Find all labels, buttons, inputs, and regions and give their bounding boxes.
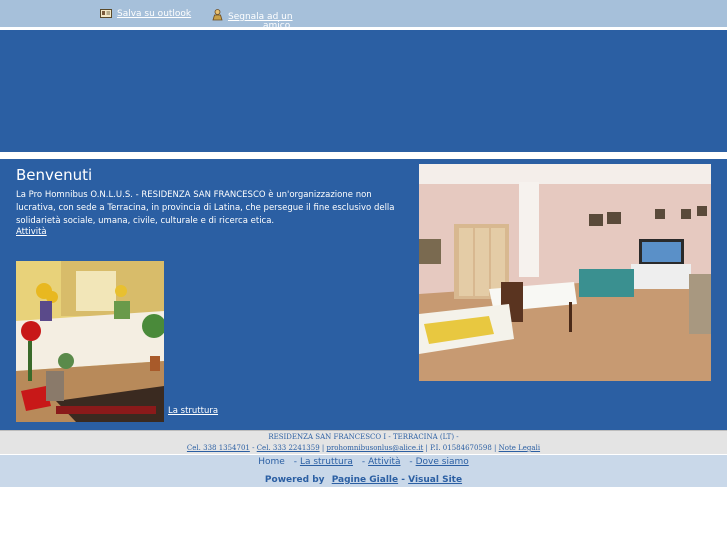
address-line: RESIDENZA SAN FRANCESCO I - TERRACINA (L…: [268, 433, 459, 441]
legal-notes-link[interactable]: Note Legali: [499, 444, 540, 452]
top-bar: Salva su outlook Segnala ad un amico: [0, 0, 727, 31]
vat-number: | P.I. 01584670598 |: [423, 444, 499, 452]
phone-link-1[interactable]: Cel. 338 1354701: [187, 444, 250, 452]
pagine-gialle-link[interactable]: Pagine Gialle: [332, 475, 398, 485]
visual-site-link[interactable]: Visual Site: [408, 475, 462, 485]
person-icon: [212, 9, 223, 24]
nav-sep: -: [361, 457, 366, 467]
footer-nav: Home - La struttura - Attività - Dove siamo…: [0, 454, 727, 487]
nav-dove-siamo[interactable]: Dove siamo: [416, 457, 469, 467]
structure-link[interactable]: La struttura: [168, 406, 218, 416]
divider-top: [0, 152, 727, 154]
lobby-photo: [16, 261, 164, 422]
nav-sep: -: [293, 457, 297, 467]
separator: -: [249, 444, 257, 452]
divider-bottom: [0, 156, 727, 158]
save-outlook-label: Salva su outlook: [117, 9, 192, 19]
nav-home[interactable]: Home: [258, 457, 285, 467]
footer-nav-links: Home - La struttura - Attività - Dove siamo: [0, 457, 727, 467]
nav-sep: -: [409, 457, 413, 467]
dining-room-photo: [419, 164, 711, 381]
powered-by-label: Powered by: [264, 475, 325, 485]
save-outlook-link[interactable]: Salva su outlook: [100, 9, 191, 21]
page-title: Benvenuti: [16, 166, 93, 184]
intro-text: La Pro Homnibus O.N.L.U.S. - RESIDENZA S…: [16, 190, 395, 226]
activity-link[interactable]: Attività: [16, 227, 47, 237]
phone-link-2[interactable]: Cel. 333 2241359: [257, 444, 320, 452]
email-link[interactable]: prohomnibusonlus@alice.it: [326, 444, 423, 452]
address-card-icon: [100, 9, 112, 21]
powered-by: Powered by Pagine Gialle - Visual Site: [0, 475, 727, 485]
nav-struttura[interactable]: La struttura: [300, 457, 353, 467]
contact-footer: RESIDENZA SAN FRANCESCO I - TERRACINA (L…: [0, 430, 727, 454]
powered-sep: -: [401, 475, 405, 485]
contact-line: Cel. 338 1354701 - Cel. 333 2241359 | pr…: [0, 443, 727, 454]
nav-attivita[interactable]: Attività: [368, 457, 400, 467]
header-banner: [0, 29, 727, 154]
